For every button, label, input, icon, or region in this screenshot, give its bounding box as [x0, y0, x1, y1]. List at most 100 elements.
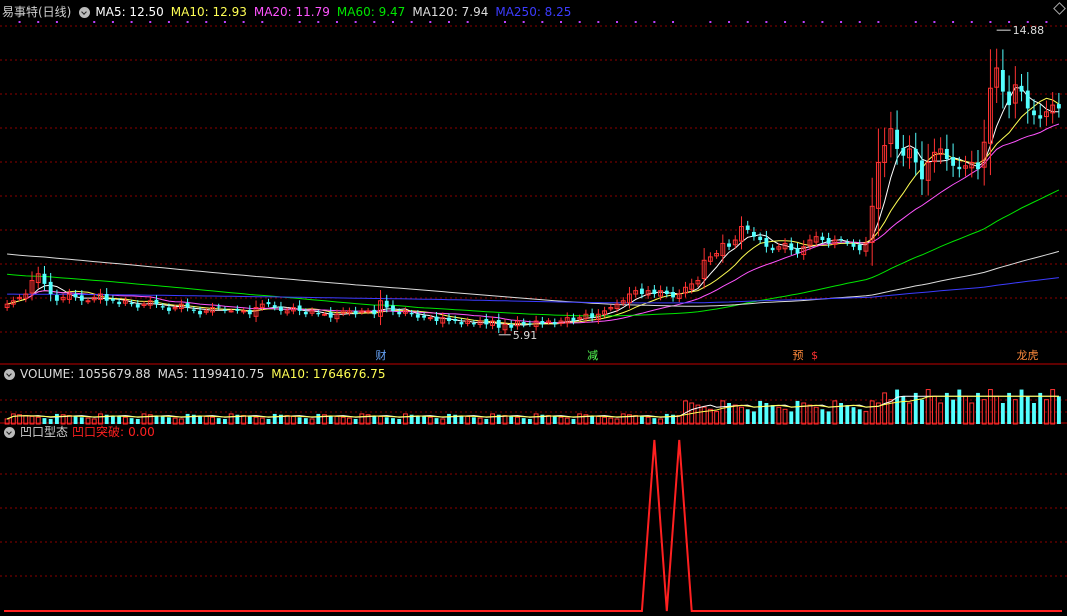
candle-body [266, 302, 271, 305]
volume-bar [484, 418, 489, 424]
candle-body [384, 300, 389, 308]
marker-dot [261, 21, 264, 23]
event-marker-1[interactable]: 减 [586, 350, 599, 362]
stock-title[interactable]: 易事特(日线) [2, 4, 71, 20]
candle-body [1007, 91, 1012, 106]
marker-dot [877, 21, 880, 23]
candle-body [166, 307, 171, 311]
marker-dot [391, 21, 394, 23]
price-indicator-4: MA120: 7.94 [412, 5, 489, 19]
candle-body [845, 242, 850, 244]
marker-dot [541, 21, 544, 23]
high-label: 14.88 [1013, 24, 1045, 37]
candle-body [752, 231, 756, 237]
candle-body [957, 166, 962, 170]
marker-dot [93, 21, 96, 23]
candle-body [639, 288, 644, 295]
volume-bar [745, 409, 750, 424]
candle-body [104, 294, 109, 301]
marker-dot [55, 21, 58, 23]
candle-body [48, 281, 53, 295]
marker-dot [821, 21, 824, 23]
candle-body [272, 305, 277, 308]
candle-body [652, 289, 657, 295]
marker-dot [130, 21, 133, 23]
marker-dot [447, 21, 450, 23]
volume-bar [527, 418, 532, 424]
candle-body [745, 225, 750, 230]
volume-bar [397, 418, 402, 424]
candle-body [415, 314, 420, 318]
event-marker-4[interactable]: 龙虎 [1016, 350, 1040, 362]
candle-body [228, 310, 234, 313]
candle-body [1032, 110, 1036, 116]
candle-body [154, 299, 159, 305]
marker-dot [1008, 21, 1011, 23]
marker-dot [354, 21, 357, 23]
candle-body [459, 322, 464, 325]
candle-body [496, 319, 501, 328]
volume-bar [521, 418, 526, 424]
marker-dot [858, 21, 861, 23]
volume-bar [920, 399, 924, 424]
volume-bar [851, 407, 856, 424]
marker-dot [1026, 21, 1029, 23]
volume-bar [957, 389, 962, 424]
marker-dot [503, 21, 506, 23]
candle-body [770, 247, 775, 251]
event-marker-3[interactable]: $ [810, 350, 819, 362]
candle-body [851, 243, 856, 247]
marker-dot [205, 21, 208, 23]
marker-dot [560, 21, 563, 23]
candle-body [453, 318, 458, 322]
marker-dot [37, 21, 40, 23]
candle-body [571, 317, 576, 322]
candle-body [1019, 85, 1024, 92]
candle-body [727, 243, 731, 247]
candle-body [447, 317, 451, 322]
candle-body [191, 309, 196, 311]
volume-bar [944, 392, 949, 424]
candle-body [1038, 115, 1043, 119]
candle-body [216, 306, 221, 308]
marker-dot [728, 21, 731, 23]
volume-indicator-1: MA5: 1199410.75 [157, 367, 265, 381]
candle-body [1025, 90, 1030, 109]
chevron-down-icon[interactable] [79, 6, 91, 18]
candle-body [951, 157, 956, 166]
candle-body [322, 313, 327, 316]
signal-title[interactable]: 凹口型态 [20, 424, 68, 440]
event-marker-0[interactable]: 财 [375, 350, 388, 362]
marker-dot [672, 21, 675, 23]
volume-bar [353, 418, 358, 424]
candle-body [913, 148, 918, 163]
volume-bar [1038, 392, 1043, 424]
candle-body [42, 273, 47, 284]
marker-dot [18, 21, 21, 23]
marker-dot [746, 21, 749, 23]
chevron-down-icon[interactable] [4, 368, 15, 380]
candle-body [1056, 104, 1061, 109]
volume-bar [1019, 389, 1024, 424]
event-marker-2[interactable]: 预 [792, 350, 805, 362]
marker-dot [149, 21, 152, 23]
volume-bar [976, 392, 980, 424]
marker-dot [186, 21, 189, 23]
volume-indicators: VOLUME: 1055679.88 MA5: 1199410.75 MA10: 1… [20, 366, 392, 382]
marker-dot [989, 21, 992, 23]
marker-dot [317, 21, 320, 23]
candle-body [590, 313, 595, 318]
volume-bar [447, 413, 451, 424]
volume-bar [73, 416, 78, 424]
candle-body [976, 162, 980, 170]
chevron-down-icon[interactable] [4, 426, 15, 438]
volume-bar [1025, 396, 1030, 424]
marker-dot [634, 21, 637, 23]
volume-bar [951, 399, 956, 424]
volume-bar [789, 411, 794, 424]
marker-dot [970, 21, 973, 23]
price-indicator-2: MA20: 11.79 [253, 5, 330, 19]
marker-dot [709, 21, 712, 23]
volume-bar [845, 405, 850, 424]
volume-bar [770, 405, 775, 424]
